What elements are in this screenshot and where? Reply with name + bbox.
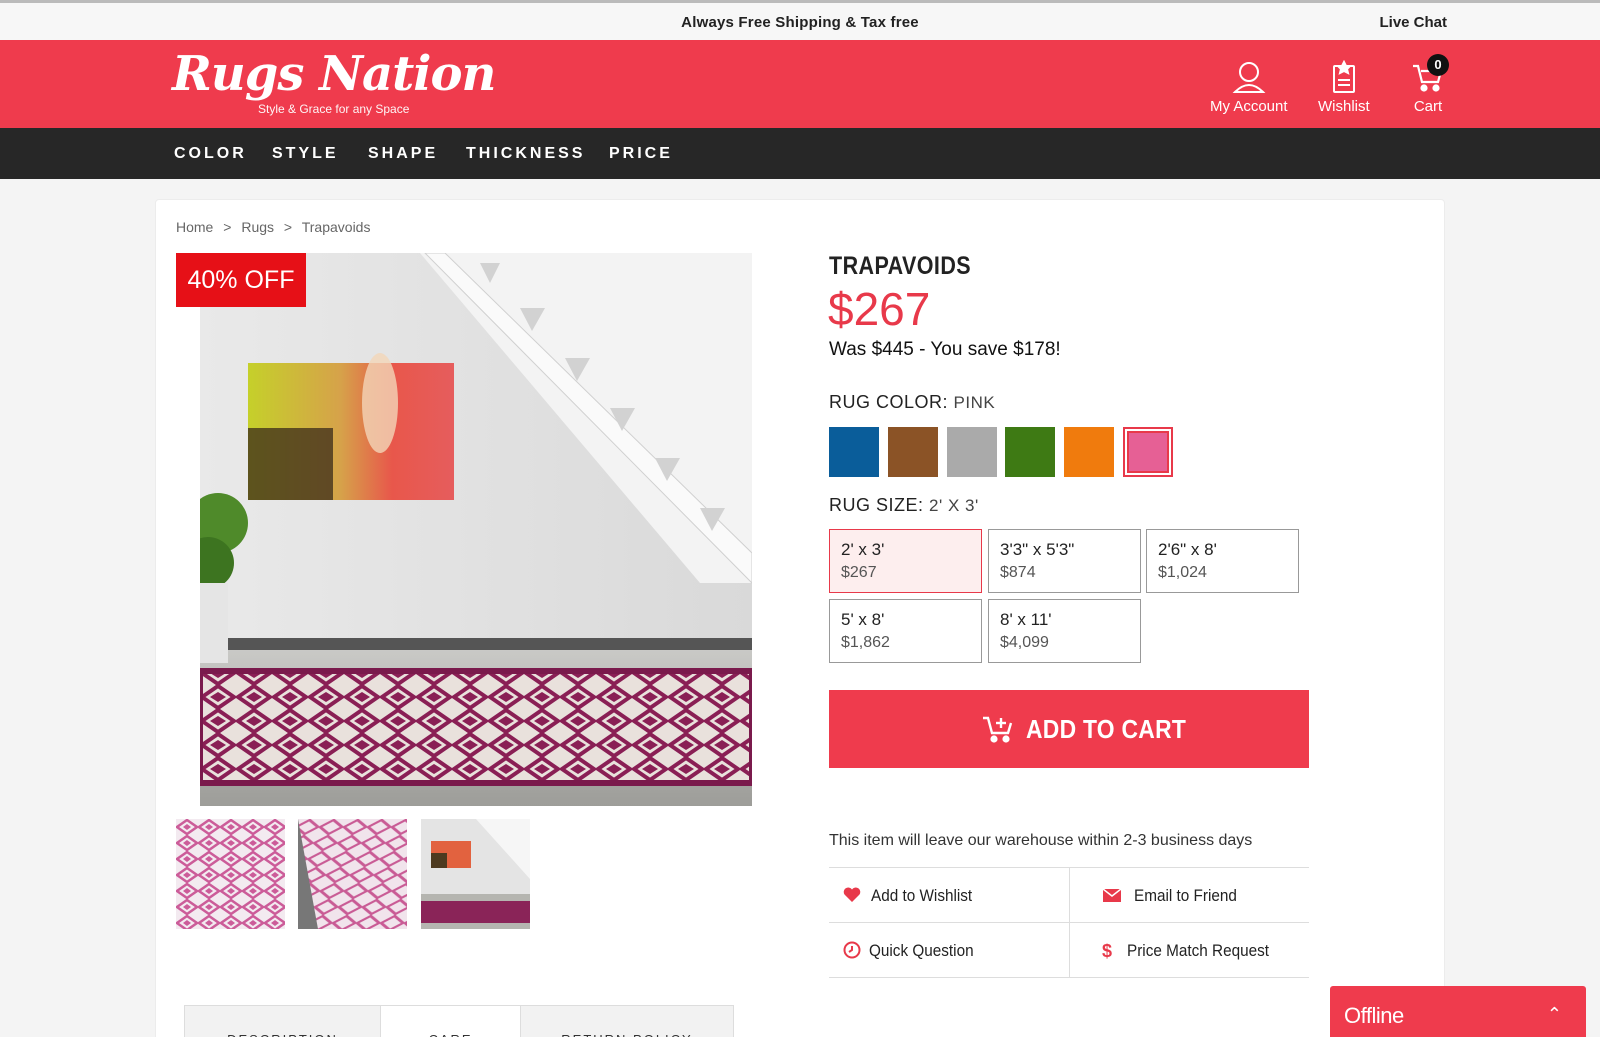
cart-count-badge: 0 [1427,54,1449,76]
svg-text:$: $ [1102,941,1112,960]
size-price: $874 [1000,564,1036,581]
add-to-cart-label: ADD TO CART [1026,714,1187,744]
logo-tagline: Style & Grace for any Space [258,102,410,116]
breadcrumb-separator: > [223,219,232,235]
size-dimension: 5' x 8' [841,610,885,629]
product-price: $267 [828,283,931,335]
size-option-8x11[interactable]: 8' x 11' $4,099 [988,599,1141,663]
size-dimension: 2'6" x 8' [1158,540,1217,559]
live-chat-link[interactable]: Live Chat [1379,14,1447,31]
cart-label: Cart [1413,98,1443,115]
size-option-2x8[interactable]: 2'6" x 8' $1,024 [1146,529,1299,593]
was-price-savings: Was $445 - You save $178! [829,339,1061,360]
add-to-wishlist-label: Add to Wishlist [871,886,973,905]
size-price: $1,862 [841,634,890,651]
rug-size-label: RUG SIZE: 2' X 3' [829,495,979,516]
product-info-tabs: DESCRIPTION CARE RETURN POLICY [184,1005,734,1037]
price-match-request-label: Price Match Request [1127,941,1270,960]
breadcrumb-current: Trapavoids [301,219,371,235]
logo-name: Rugs Nation [172,46,496,102]
rug-size-value: 2' X 3' [929,496,979,515]
email-to-friend-label: Email to Friend [1134,886,1237,905]
chat-widget[interactable]: Offline ⌃ [1330,986,1586,1037]
top-announcement-bar: Always Free Shipping & Tax free Live Cha… [0,0,1600,40]
size-dimension: 3'3" x 5'3" [1000,540,1075,559]
quick-question-label: Quick Question [869,941,974,960]
clock-icon [843,941,861,959]
envelope-icon [1102,888,1122,902]
color-swatch[interactable] [829,427,879,477]
breadcrumb-home[interactable]: Home [176,219,213,235]
my-account-label: My Account [1210,98,1288,115]
size-price: $1,024 [1158,564,1207,581]
breadcrumb-separator: > [283,219,293,235]
color-swatch[interactable] [1123,427,1173,477]
room-scene-illustration [200,253,752,806]
nav-style[interactable]: STYLE [272,145,339,163]
room-scene-thumbnail [421,819,530,929]
add-to-cart-icon [983,716,1013,743]
rug-pattern-image [176,819,285,929]
free-shipping-message: Always Free Shipping & Tax free [681,14,919,31]
cart-link[interactable]: Cart 0 [1411,54,1449,115]
chevron-up-icon: ⌃ [1546,1004,1562,1024]
main-product-image[interactable] [200,253,752,806]
shipping-note: This item will leave our warehouse withi… [829,832,1253,849]
wishlist-label: Wishlist [1318,98,1370,115]
tab-description[interactable]: DESCRIPTION [185,1006,381,1037]
size-price: $4,099 [1000,634,1049,651]
quick-question-link[interactable]: Quick Question [829,923,1069,978]
user-icon [1232,62,1266,93]
discount-badge: 40% OFF [176,253,306,307]
size-option-2x3[interactable]: 2' x 3' $267 [829,529,982,593]
color-swatch[interactable] [888,427,938,477]
nav-thickness[interactable]: THICKNESS [466,145,585,163]
site-header: Rugs Nation Style & Grace for any Space … [0,40,1600,128]
color-swatch[interactable] [1064,427,1114,477]
rug-color-value: PINK [953,393,996,412]
color-swatch[interactable] [947,427,997,477]
chat-status: Offline [1344,1003,1404,1028]
add-to-cart-button[interactable]: ADD TO CART [829,690,1309,768]
breadcrumb: Home > Rugs > Trapavoids [176,219,376,235]
nav-price[interactable]: PRICE [609,145,673,163]
size-option-3x5[interactable]: 3'3" x 5'3" $874 [988,529,1141,593]
logo[interactable]: Rugs Nation Style & Grace for any Space [172,46,496,116]
price-match-request-link[interactable]: $ Price Match Request [1069,923,1309,978]
wishlist-link[interactable]: Wishlist [1318,60,1370,115]
email-to-friend-link[interactable]: Email to Friend [1069,868,1309,923]
nav-shape[interactable]: SHAPE [368,145,438,163]
tab-return-policy[interactable]: RETURN POLICY [521,1006,733,1037]
tab-care[interactable]: CARE [381,1006,521,1037]
size-price: $267 [841,564,877,581]
main-nav: COLOR STYLE SHAPE THICKNESS PRICE [0,128,1600,179]
my-account-link[interactable]: My Account [1210,60,1288,115]
color-swatch[interactable] [1005,427,1055,477]
size-dimension: 2' x 3' [841,540,885,559]
nav-color[interactable]: COLOR [174,145,247,163]
thumbnail-rug-angle[interactable] [298,819,407,929]
thumbnail-rug-front[interactable] [176,819,285,929]
wishlist-icon [1332,60,1355,93]
size-option-5x8[interactable]: 5' x 8' $1,862 [829,599,982,663]
add-to-wishlist-link[interactable]: Add to Wishlist [829,868,1069,923]
product-title: TRAPAVOIDS [829,252,972,280]
heart-icon [843,887,861,902]
dollar-icon: $ [1102,941,1112,960]
breadcrumb-rugs[interactable]: Rugs [241,219,274,235]
rug-size-label-text: RUG SIZE: [829,495,930,515]
rug-color-label-text: RUG COLOR: [829,392,954,412]
thumbnail-room-scene[interactable] [421,819,530,929]
rug-color-label: RUG COLOR: PINK [829,392,995,413]
rug-angle-image [298,819,407,929]
product-actions: Add to Wishlist Email to Friend Quick Qu… [829,867,1309,978]
size-dimension: 8' x 11' [1000,610,1052,629]
